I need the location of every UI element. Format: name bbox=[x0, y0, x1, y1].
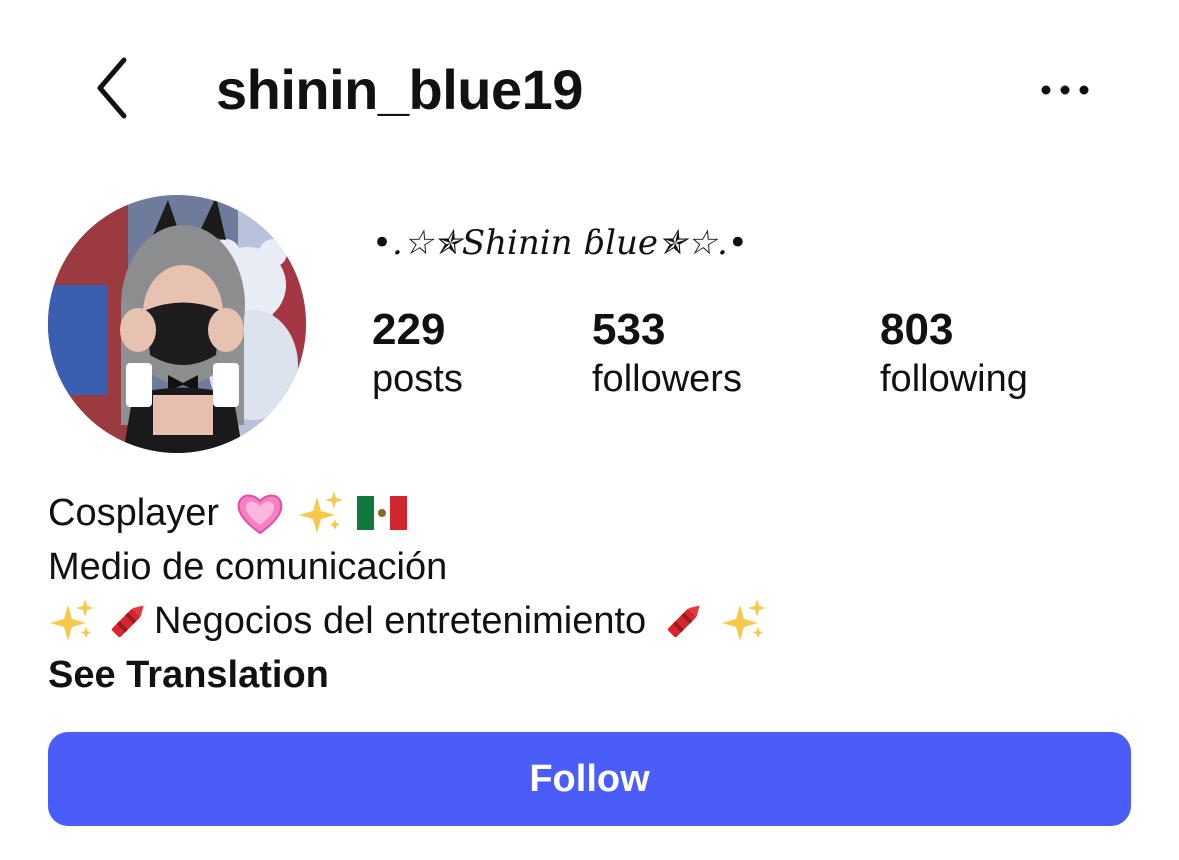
display-name: •.☆✯Shinin ɓlue✯☆.• bbox=[372, 223, 748, 263]
more-options-button[interactable] bbox=[1030, 70, 1100, 110]
sparkles-icon bbox=[720, 597, 768, 645]
profile-photo bbox=[48, 195, 306, 453]
followers-stat[interactable]: 533 followers bbox=[592, 304, 742, 402]
profile-page: shinin_blue19 •.☆✯Shinin ɓlue✯☆.• 229 po… bbox=[0, 0, 1179, 860]
sparkles-icon bbox=[297, 489, 345, 537]
followers-label: followers bbox=[592, 358, 742, 400]
sparkles-icon bbox=[48, 597, 96, 645]
heart-icon bbox=[235, 491, 285, 535]
bio-line-1: Cosplayer bbox=[48, 486, 774, 540]
bio-line-3-text: Negocios del entretenimiento bbox=[154, 600, 647, 642]
bio-line-2-text: Medio de comunicación bbox=[48, 546, 448, 588]
see-translation-link[interactable]: See Translation bbox=[48, 648, 774, 702]
bio-line-1-text: Cosplayer bbox=[48, 492, 220, 534]
posts-stat[interactable]: 229 posts bbox=[372, 304, 463, 402]
following-stat[interactable]: 803 following bbox=[880, 304, 1028, 402]
crayon-icon bbox=[104, 597, 152, 645]
back-button[interactable] bbox=[88, 52, 136, 124]
chevron-left-icon bbox=[97, 57, 127, 119]
bio-line-3: Negocios del entretenimiento bbox=[48, 594, 774, 648]
followers-count: 533 bbox=[592, 305, 666, 354]
more-horizontal-icon bbox=[1041, 85, 1089, 95]
following-label: following bbox=[880, 358, 1028, 400]
follow-button[interactable]: Follow bbox=[48, 732, 1131, 826]
posts-label: posts bbox=[372, 358, 463, 400]
following-count: 803 bbox=[880, 305, 954, 354]
posts-count: 229 bbox=[372, 305, 446, 354]
avatar[interactable] bbox=[48, 195, 306, 453]
mexico-flag-icon bbox=[357, 496, 408, 530]
bio-line-2: Medio de comunicación bbox=[48, 540, 774, 594]
crayon-icon bbox=[660, 597, 708, 645]
profile-username: shinin_blue19 bbox=[216, 58, 583, 121]
bio: Cosplayer Medio de comunicación Negocios… bbox=[48, 486, 774, 702]
